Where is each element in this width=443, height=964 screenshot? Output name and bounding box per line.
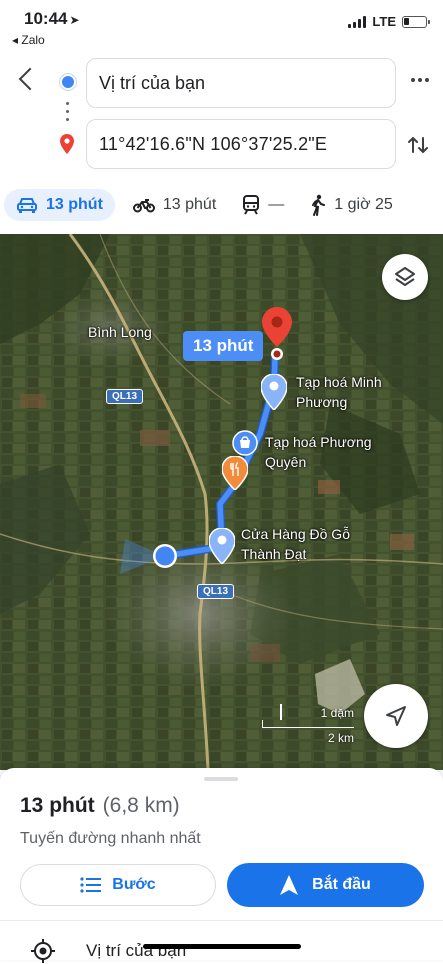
status-right: LTE xyxy=(348,14,430,29)
place-pin-icon[interactable] xyxy=(261,374,287,410)
tab-car[interactable]: 13 phút xyxy=(4,189,115,221)
location-arrow-icon: ➤ xyxy=(69,13,80,27)
battery-icon xyxy=(402,15,430,28)
network-label: LTE xyxy=(372,14,396,29)
tab-walk-label: 1 giờ 25 xyxy=(334,196,393,213)
tab-car-label: 13 phút xyxy=(46,196,103,213)
scale-metric: 2 km xyxy=(327,731,354,745)
sheet-drag-handle[interactable] xyxy=(204,777,238,781)
place-label-thanh-dat[interactable]: Cửa Hàng Đồ Gỗ Thành Đạt xyxy=(241,524,350,564)
place-label-line: Quyên xyxy=(265,454,307,470)
destination-marker-icon xyxy=(262,307,292,347)
directions-header: Vị trí của bạn 11°42'16.6"N 106°37'25.2"… xyxy=(0,52,443,176)
shopping-bag-icon[interactable] xyxy=(232,430,258,456)
map-view[interactable]: Bình Long Tạp hoá Minh Phương Tạp hoá Ph… xyxy=(0,234,443,770)
origin-dot-icon xyxy=(62,76,74,88)
tab-transit-label: — xyxy=(268,196,285,213)
step-row-origin[interactable]: Vị trí của bạn xyxy=(30,938,186,964)
place-label-minh-phuong[interactable]: Tạp hoá Minh Phương xyxy=(296,372,382,412)
recenter-button[interactable] xyxy=(364,684,428,748)
divider xyxy=(0,920,443,921)
steps-button[interactable]: Bước xyxy=(20,864,216,906)
layers-icon xyxy=(395,267,415,286)
route-duration: 13 phút xyxy=(20,794,95,817)
road-badge: QL13 xyxy=(106,389,144,404)
place-label-line: Tạp hoá Minh xyxy=(296,374,382,390)
route-distance: (6,8 km) xyxy=(102,794,180,817)
start-button-label: Bắt đầu xyxy=(312,876,371,893)
walking-icon xyxy=(312,194,326,216)
train-icon xyxy=(243,195,260,215)
list-icon xyxy=(80,877,102,893)
home-indicator[interactable] xyxy=(143,944,301,949)
navigation-start-icon xyxy=(280,875,299,895)
city-label: Bình Long xyxy=(88,324,152,340)
tab-motorbike[interactable]: 13 phút xyxy=(132,196,217,214)
back-to-app-link[interactable]: ◂ Zalo xyxy=(12,33,45,47)
place-label-line: Tạp hoá Phương xyxy=(265,434,372,450)
tab-walk[interactable]: 1 giờ 25 xyxy=(310,194,393,216)
scale-imperial: 1 dặm xyxy=(320,706,354,720)
tab-transit[interactable]: — xyxy=(242,195,284,215)
place-label-line: Cửa Hàng Đồ Gỗ xyxy=(241,526,350,542)
swap-icon[interactable] xyxy=(405,132,431,158)
map-scale: 1 dặm 2 km xyxy=(262,704,354,746)
layers-button[interactable] xyxy=(382,254,428,300)
restaurant-pin-icon[interactable] xyxy=(222,456,248,490)
destination-pin-icon xyxy=(60,134,74,154)
status-time: 10:44 ➤ xyxy=(24,9,80,29)
scale-tick xyxy=(280,704,282,720)
destination-point-icon xyxy=(271,348,283,360)
route-subtitle: Tuyến đường nhanh nhất xyxy=(20,830,201,847)
destination-field[interactable]: 11°42'16.6"N 106°37'25.2"E xyxy=(86,119,396,169)
my-location-icon xyxy=(31,939,55,963)
steps-button-label: Bước xyxy=(112,876,156,893)
start-button[interactable]: Bắt đầu xyxy=(227,863,424,907)
origin-field[interactable]: Vị trí của bạn xyxy=(86,58,396,108)
back-button[interactable] xyxy=(16,68,38,90)
motorbike-icon xyxy=(132,199,155,213)
road-badge: QL13 xyxy=(197,584,235,599)
place-pin-icon[interactable] xyxy=(209,528,235,564)
route-dots-icon xyxy=(66,102,70,126)
route-summary-sheet: 13 phút (6,8 km) Tuyến đường nhanh nhất B… xyxy=(0,768,443,963)
navigation-arrow-icon xyxy=(386,706,406,726)
place-label-phuong-quyen[interactable]: Tạp hoá Phương Quyên xyxy=(265,432,372,472)
current-location-dot-icon xyxy=(153,544,177,568)
place-label-line: Phương xyxy=(296,394,348,410)
travel-mode-tabs: 13 phút 13 phút — 1 giờ 25 xyxy=(0,176,443,234)
route-eta-bubble[interactable]: 13 phút xyxy=(183,331,264,361)
status-bar: 10:44 ➤ ◂ Zalo LTE xyxy=(0,0,443,52)
car-icon xyxy=(17,198,37,213)
place-label-line: Thành Đạt xyxy=(241,546,307,562)
signal-icon xyxy=(348,15,367,28)
clock-text: 10:44 xyxy=(24,9,68,28)
tab-motorbike-label: 13 phút xyxy=(162,196,217,213)
more-options-button[interactable] xyxy=(411,78,429,82)
route-summary: 13 phút (6,8 km) xyxy=(20,794,180,818)
scale-bar xyxy=(262,720,354,728)
